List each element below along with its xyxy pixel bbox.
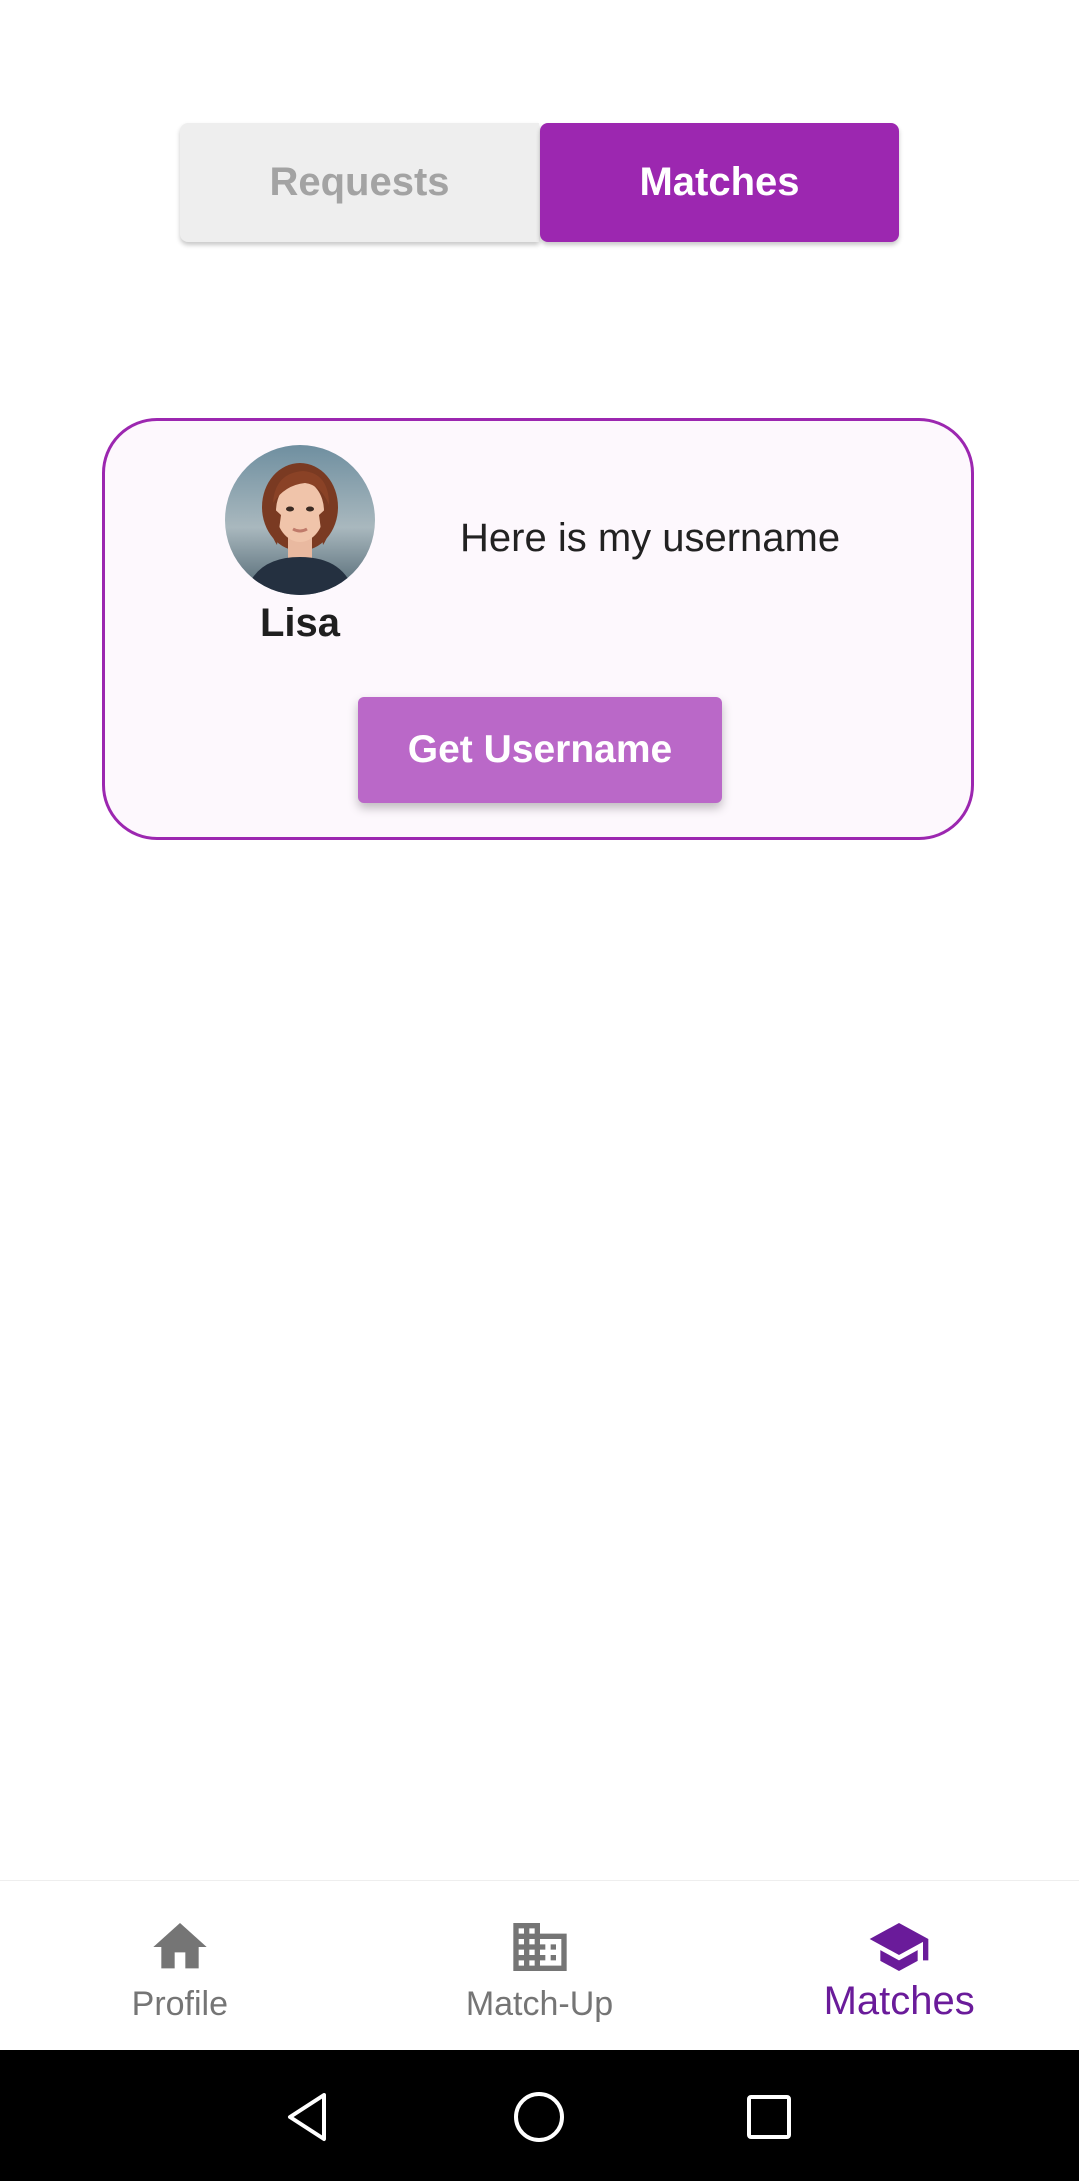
home-icon: [153, 1923, 207, 1969]
home-circle-icon[interactable]: [507, 2085, 571, 2149]
match-message: Here is my username: [460, 516, 841, 560]
tab-requests[interactable]: Requests: [180, 123, 539, 242]
tab-matches[interactable]: Matches: [540, 123, 899, 242]
system-navigation-bar: [0, 2050, 1079, 2181]
bottom-navigation: Profile Match-Up Matches: [0, 1880, 1079, 2051]
get-username-button[interactable]: Get Username: [358, 697, 722, 803]
match-card: Lisa Here is my username Get Username: [102, 418, 974, 840]
recents-icon[interactable]: [737, 2085, 801, 2149]
back-icon[interactable]: [276, 2085, 340, 2149]
avatar: [225, 445, 375, 595]
graduation-cap-icon: [869, 1923, 929, 1971]
match-name: Lisa: [259, 601, 341, 645]
nav-label-matches: Matches: [823, 1979, 975, 2023]
building-icon: [512, 1923, 567, 1971]
nav-label-profile: Profile: [131, 1985, 229, 2023]
avatar-photo: [225, 445, 375, 595]
nav-item-profile[interactable]: Profile: [0, 1881, 360, 2051]
nav-item-matches[interactable]: Matches: [719, 1881, 1079, 2051]
nav-item-match-up[interactable]: Match-Up: [360, 1881, 720, 2051]
nav-label-match-up: Match-Up: [465, 1985, 614, 2023]
